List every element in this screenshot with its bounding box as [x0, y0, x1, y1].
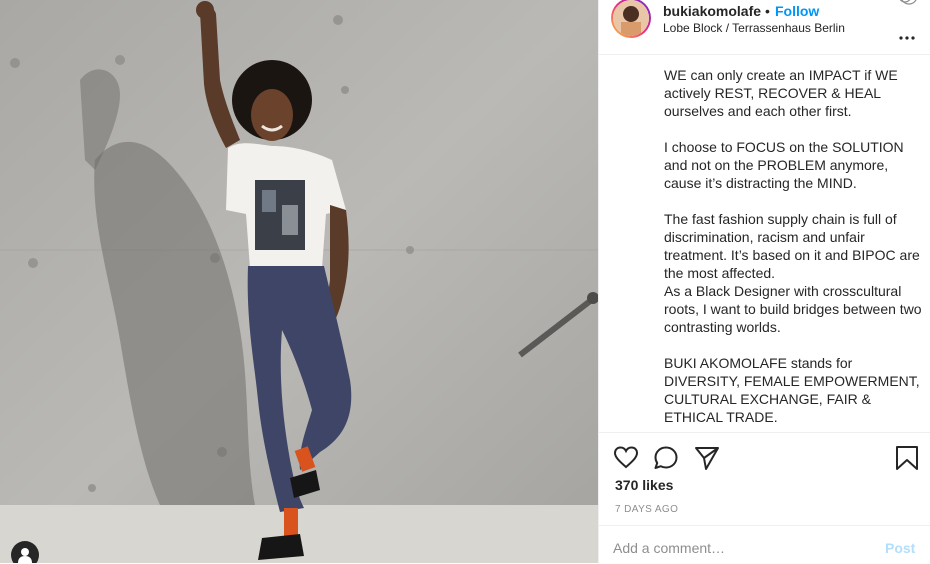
photo-illustration [0, 0, 598, 563]
follow-button[interactable]: Follow [775, 3, 819, 19]
partial-icon [899, 0, 917, 5]
comment-bar: Post [599, 525, 930, 564]
avatar-image [613, 0, 649, 36]
caption-paragraph: I choose to FOCUS on the SOLUTION and no… [664, 139, 904, 191]
more-options-icon[interactable] [897, 32, 917, 44]
location-link[interactable]: Lobe Block / Terrassenhaus Berlin [663, 21, 845, 35]
avatar-picture [613, 0, 649, 36]
share-icon[interactable] [694, 445, 720, 471]
post-header: bukiakomolafe • Follow Lobe Block / Terr… [599, 0, 930, 55]
post-side-panel: bukiakomolafe • Follow Lobe Block / Terr… [598, 0, 930, 563]
person-tag-icon [18, 548, 32, 563]
comment-icon[interactable] [653, 445, 679, 471]
post-caption: WE can only create an IMPACT if WE activ… [664, 66, 924, 444]
caption-paragraph: WE can only create an IMPACT if WE activ… [664, 67, 898, 119]
post-photo[interactable] [0, 0, 598, 563]
separator-dot: • [765, 3, 770, 19]
comment-input[interactable] [613, 540, 863, 556]
heart-icon[interactable] [613, 445, 639, 471]
username-link[interactable]: bukiakomolafe [663, 3, 761, 19]
bookmark-icon[interactable] [894, 445, 920, 471]
tagged-people-button[interactable] [11, 541, 39, 563]
caption-paragraph: The fast fashion supply chain is full of… [664, 211, 922, 335]
caption-paragraph: BUKI AKOMOLAFE stands for DIVERSITY, FEM… [664, 355, 920, 425]
likes-count[interactable]: 370 likes [615, 477, 673, 493]
post-comment-button[interactable]: Post [885, 540, 915, 556]
post-actions: 370 likes 7 DAYS AGO [599, 432, 930, 526]
post-timestamp[interactable]: 7 DAYS AGO [615, 504, 678, 515]
avatar[interactable] [611, 0, 651, 38]
